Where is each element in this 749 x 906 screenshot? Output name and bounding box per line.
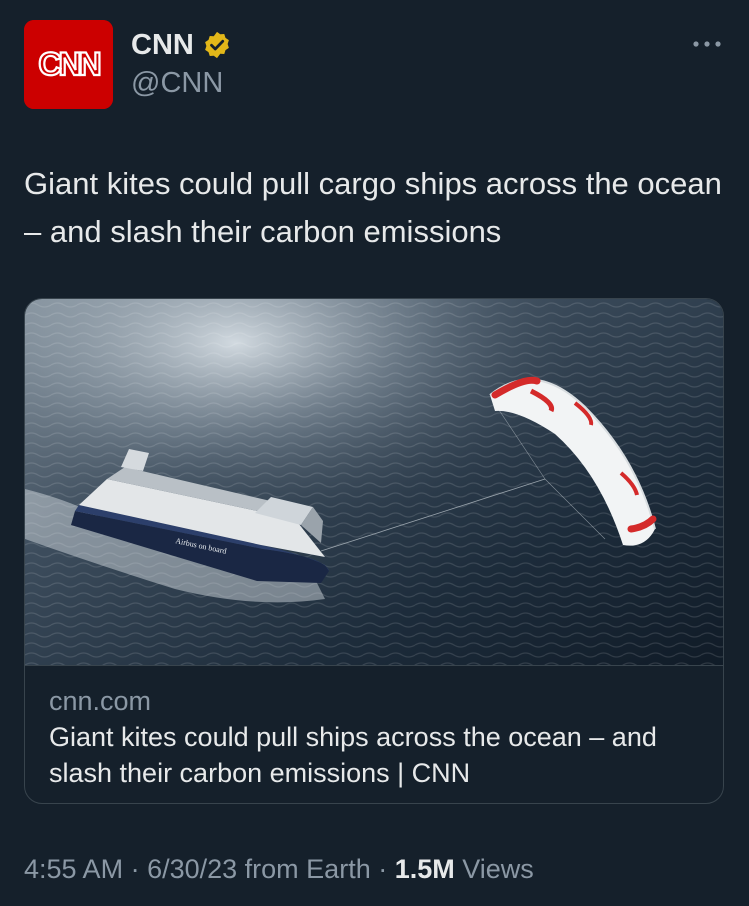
card-domain: cnn.com: [49, 686, 152, 716]
handle[interactable]: @CNN: [131, 66, 223, 100]
tweet-metadata: 4:55 AM · 6/30/23 from Earth · 1.5M View…: [24, 852, 534, 886]
views-count[interactable]: 1.5M: [395, 854, 455, 884]
gold-verified-icon: [204, 31, 229, 59]
avatar-logo-text: CNN: [38, 46, 99, 82]
timestamp[interactable]: 4:55 AM: [24, 854, 123, 884]
cnn-logo: CNN: [24, 20, 113, 109]
card-image[interactable]: Airbus on board: [25, 299, 723, 666]
ship-kite-photo: Airbus on board: [25, 299, 723, 665]
card-title: Giant kites could pull ships across the …: [49, 722, 657, 788]
date[interactable]: 6/30/23: [147, 854, 237, 884]
display-name[interactable]: CNN: [131, 28, 194, 62]
more-horizontal-icon[interactable]: [690, 34, 724, 54]
author-name-row: CNN: [131, 28, 232, 62]
views-label: Views: [462, 854, 534, 884]
meta-separator: ·: [123, 854, 148, 884]
meta-separator: ·: [370, 854, 395, 884]
source-label: from Earth: [244, 854, 371, 884]
tweet-text: Giant kites could pull cargo ships acros…: [24, 166, 722, 249]
tweet: CNN CNN @CNN Giant kites could pull carg…: [0, 0, 749, 906]
link-card[interactable]: Airbus on board cnn.com Giant kites coul…: [24, 298, 724, 804]
avatar[interactable]: CNN: [24, 20, 113, 109]
